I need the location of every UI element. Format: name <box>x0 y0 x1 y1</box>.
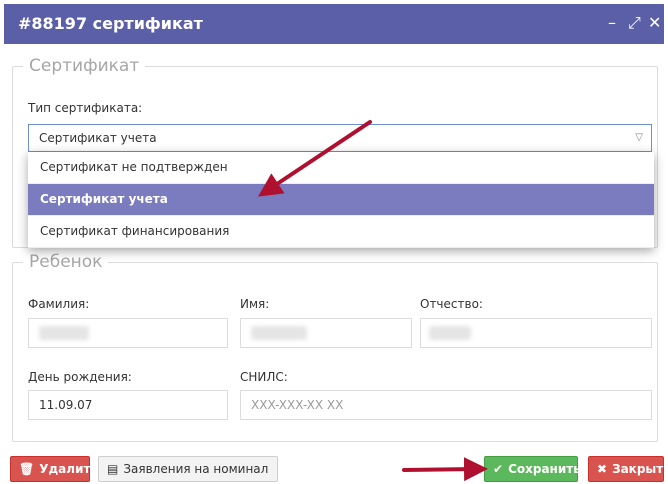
certificate-legend: Сертификат <box>29 56 140 76</box>
arrow-to-save-button <box>402 457 488 482</box>
birthdate-label: День рождения: <box>28 370 132 384</box>
dialog-title: #88197 сертификат <box>18 14 203 33</box>
patronymic-label: Отчество: <box>420 297 483 311</box>
birthdate-field[interactable]: 11.09.07 <box>28 390 228 420</box>
child-legend: Ребенок <box>29 252 103 272</box>
name-field[interactable] <box>240 318 412 348</box>
blurred-value <box>251 326 307 340</box>
caret-down-icon: ▽ <box>635 132 643 143</box>
surname-label: Фамилия: <box>28 297 90 311</box>
title-bar: #88197 сертификат – ⤢ ✕ <box>4 4 664 44</box>
patronymic-field[interactable] <box>420 318 652 348</box>
check-icon: ✔ <box>493 462 504 476</box>
applications-button[interactable]: ▤ Заявления на номинал <box>98 456 278 482</box>
surname-field[interactable] <box>28 318 228 348</box>
delete-button[interactable]: 🗑 Удалить <box>10 456 98 482</box>
maximize-icon[interactable]: ⤢ <box>628 13 641 33</box>
name-label: Имя: <box>240 297 270 311</box>
certificate-type-value: Сертификат учета <box>39 131 157 145</box>
snils-field[interactable]: XXX-XXX-XX XX <box>240 390 652 420</box>
option-accounting[interactable]: Сертификат учета <box>28 184 654 216</box>
x-icon: ✖ <box>597 462 608 476</box>
snils-label: СНИЛС: <box>240 370 288 384</box>
option-financing[interactable]: Сертификат финансирования <box>28 216 654 248</box>
blurred-value <box>429 326 471 340</box>
blurred-value <box>39 326 89 340</box>
close-icon[interactable]: ✕ <box>648 13 661 32</box>
option-not-confirmed[interactable]: Сертификат не подтвержден <box>28 152 654 184</box>
close-button[interactable]: ✖ Закрыть <box>588 456 668 482</box>
certificate-type-select[interactable]: Сертификат учета ▽ <box>28 124 652 152</box>
minimize-icon[interactable]: – <box>608 13 616 32</box>
certificate-type-dropdown: Сертификат не подтвержден Сертификат уче… <box>28 152 654 248</box>
trash-icon: 🗑 <box>19 462 35 476</box>
document-icon: ▤ <box>107 462 119 476</box>
certificate-type-label: Тип сертификата: <box>28 101 143 115</box>
save-button[interactable]: ✔ Сохранить <box>484 456 581 482</box>
certificate-dialog: #88197 сертификат – ⤢ ✕ Сертификат Тип с… <box>0 0 668 484</box>
